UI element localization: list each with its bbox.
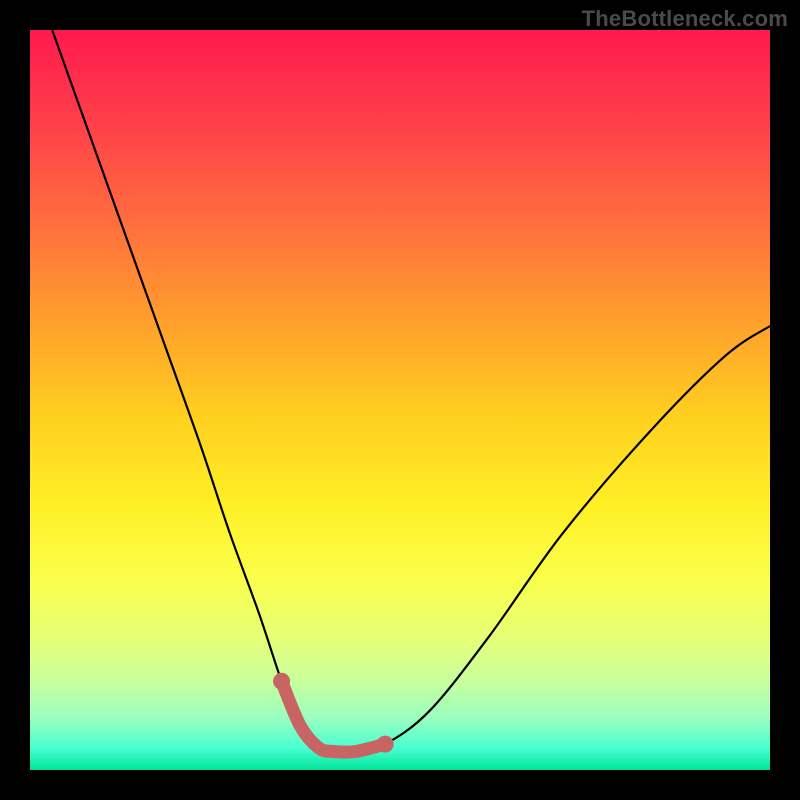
optimal-range-endpoint xyxy=(273,673,290,690)
chart-frame: TheBottleneck.com xyxy=(0,0,800,800)
optimal-range-endpoint xyxy=(377,736,394,753)
watermark-text: TheBottleneck.com xyxy=(582,6,788,32)
bottleneck-curve xyxy=(52,30,770,752)
plot-area xyxy=(30,30,770,770)
curve-layer xyxy=(30,30,770,770)
optimal-range-marker xyxy=(282,681,386,752)
